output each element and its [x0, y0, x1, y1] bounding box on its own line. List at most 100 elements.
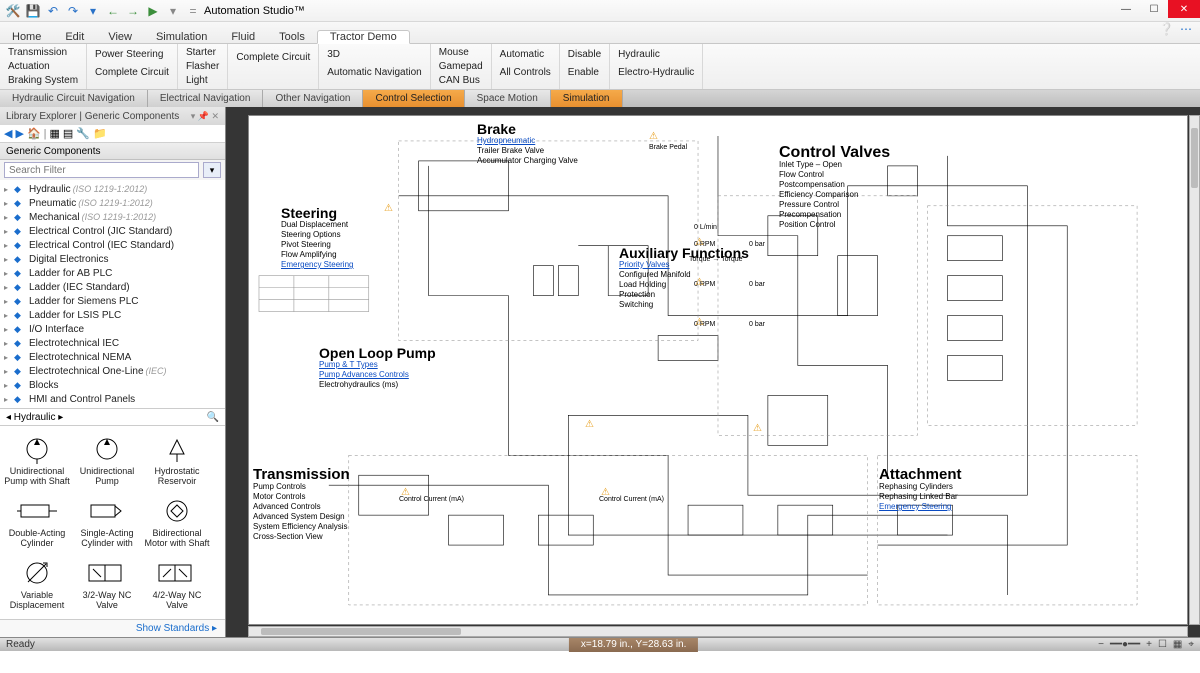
warning-icon [753, 422, 763, 432]
tree-node[interactable]: ▸◆Electrical Control (IEC Standard) [0, 238, 225, 252]
secnav-space-motion[interactable]: Space Motion [465, 90, 551, 107]
openloop-title: Open Loop Pump [319, 348, 436, 358]
warning-icon [601, 486, 611, 496]
tree-node[interactable]: ▸◆Ladder for Siemens PLC [0, 294, 225, 308]
run-icon[interactable]: ▶ [144, 2, 162, 20]
quick-access-toolbar: 🛠️ 💾 ↶ ↷ ▾ ← → ▶ ▾ = Automation Studio™ … [0, 0, 1200, 22]
zoom-slider[interactable]: ━━●━━ [1110, 639, 1140, 650]
view-icon[interactable]: ▦ [50, 127, 60, 140]
breadcrumb[interactable]: ◂ Hydraulic ▸ [6, 412, 63, 423]
arrow-left-icon[interactable]: ← [104, 2, 122, 20]
tab-home[interactable]: Home [0, 31, 53, 43]
app-icon: 🛠️ [4, 2, 22, 20]
component-item[interactable]: Single-Acting Cylinder with Spr... [72, 494, 142, 548]
secnav-other[interactable]: Other Navigation [263, 90, 363, 107]
warning-icon [649, 130, 659, 140]
tab-tools[interactable]: Tools [267, 31, 317, 43]
brake-title: Brake [477, 124, 578, 134]
component-item[interactable]: 3/2-Way NC Valve [72, 556, 142, 610]
tree-node[interactable]: ▸◆Electrotechnical One-Line(IEC) [0, 364, 225, 378]
secnav-hydraulic[interactable]: Hydraulic Circuit Navigation [0, 90, 148, 107]
search-icon[interactable]: 🔍 [207, 412, 219, 423]
library-tree: ▸◆Hydraulic(ISO 1219-1:2012)▸◆Pneumatic(… [0, 180, 225, 408]
tab-tractor-demo[interactable]: Tractor Demo [317, 30, 410, 44]
back-icon[interactable]: ◀ [4, 127, 12, 140]
tree-node[interactable]: ▸◆Electrotechnical IEC [0, 336, 225, 350]
tree-node[interactable]: ▸◆HMI and Control Panels [0, 392, 225, 406]
save-icon[interactable]: 💾 [24, 2, 42, 20]
component-item[interactable]: Unidirectional Pump [72, 432, 142, 486]
library-toolbar: ◀ ▶ 🏠 | ▦ ▤ 🔧 📁 [0, 125, 225, 143]
horizontal-scrollbar[interactable] [248, 626, 1188, 637]
status-ready: Ready [6, 639, 35, 650]
tree-node[interactable]: ▸◆Electrical Control (JIC Standard) [0, 224, 225, 238]
list-icon[interactable]: ▤ [63, 127, 73, 140]
steering-link-0[interactable]: Emergency Steering [281, 260, 353, 270]
library-tab[interactable]: Generic Components [0, 143, 225, 160]
zoom-in-icon[interactable]: + [1146, 639, 1152, 650]
openloop-link-0[interactable]: Pump & T Types [319, 360, 436, 370]
brake-link-0[interactable]: Hydropneumatic [477, 136, 578, 146]
openloop-link-1[interactable]: Pump Advances Controls [319, 370, 436, 380]
arrow-right-icon[interactable]: → [124, 2, 142, 20]
warning-icon [695, 316, 705, 326]
forward-icon[interactable]: ▶ [15, 127, 23, 140]
show-standards-link[interactable]: Show Standards ▸ [136, 623, 217, 634]
tab-view[interactable]: View [96, 31, 144, 43]
tree-node[interactable]: ▸◆Digital Electronics [0, 252, 225, 266]
home-icon[interactable]: 🏠 [27, 127, 41, 140]
component-item[interactable]: 4/2-Way NC Valve [142, 556, 212, 610]
warning-icon [401, 486, 411, 496]
tab-simulation[interactable]: Simulation [144, 31, 219, 43]
app-title: Automation Studio™ [204, 5, 305, 17]
redo-icon[interactable]: ↷ [64, 2, 82, 20]
canvas-area: Brake Hydropneumatic Trailer Brake Valve… [226, 107, 1200, 637]
secnav-electrical[interactable]: Electrical Navigation [148, 90, 264, 107]
tree-node[interactable]: ▸◆Ladder for LSIS PLC [0, 308, 225, 322]
undo-icon[interactable]: ↶ [44, 2, 62, 20]
tab-edit[interactable]: Edit [53, 31, 96, 43]
component-item[interactable]: Double-Acting Cylinder [2, 494, 72, 548]
minimize-button[interactable]: — [1112, 0, 1140, 18]
tree-node[interactable]: ▸◆Ladder (IEC Standard) [0, 280, 225, 294]
component-item[interactable]: Unidirectional Pump with Shaft [2, 432, 72, 486]
folder-icon[interactable]: 📁 [93, 127, 107, 140]
tree-node[interactable]: ▸◆Electrotechnical NEMA [0, 350, 225, 364]
tree-node[interactable]: ▸◆Blocks [0, 378, 225, 392]
tree-node[interactable]: ▸◆I/O Interface [0, 322, 225, 336]
component-item[interactable]: Hydrostatic Reservoir [142, 432, 212, 486]
view-mode-icon[interactable]: ☐ [1158, 639, 1167, 650]
steering-title: Steering [281, 208, 353, 218]
library-panel: Library Explorer | Generic Components ▾ … [0, 107, 226, 637]
secnav-simulation[interactable]: Simulation [551, 90, 623, 107]
maximize-button[interactable]: ☐ [1140, 0, 1168, 18]
attachment-link-0[interactable]: Emergency Steering [879, 502, 962, 512]
component-item[interactable]: Bidirectional Motor with Shaft [142, 494, 212, 548]
warning-icon [695, 236, 705, 246]
control-valves-title: Control Valves [779, 148, 890, 158]
tree-node[interactable]: ▸◆Pneumatic(ISO 1219-1:2012) [0, 196, 225, 210]
library-title: Library Explorer | Generic Components ▾ … [0, 107, 225, 125]
help-icon[interactable]: ❔ [1159, 22, 1174, 43]
close-button[interactable]: ✕ [1168, 0, 1200, 18]
secnav-control-selection[interactable]: Control Selection [363, 90, 464, 107]
secondary-nav: Hydraulic Circuit Navigation Electrical … [0, 90, 1200, 107]
component-item[interactable]: Variable Displacement Bi... [2, 556, 72, 610]
warning-icon [695, 276, 705, 286]
options-icon[interactable]: ⋯ [1180, 22, 1192, 43]
warning-icon [384, 202, 394, 212]
ribbon-tabs: Home Edit View Simulation Fluid Tools Tr… [0, 22, 1200, 44]
tree-node[interactable]: ▸◆Hydraulic(ISO 1219-1:2012) [0, 182, 225, 196]
tree-node[interactable]: ▸◆Ladder for AB PLC [0, 266, 225, 280]
zoom-out-icon[interactable]: − [1098, 639, 1104, 650]
filter-icon[interactable]: 🔧 [76, 127, 90, 140]
pin-icon[interactable]: ▾ 📌 ✕ [191, 111, 219, 122]
diagram-canvas[interactable]: Brake Hydropneumatic Trailer Brake Valve… [248, 115, 1188, 625]
ribbon-content: TransmissionActuationBraking System Powe… [0, 44, 1200, 90]
vertical-scrollbar[interactable] [1189, 115, 1200, 625]
transmission-title: Transmission [253, 470, 350, 480]
filter-button[interactable]: ▾ [203, 162, 221, 178]
tree-node[interactable]: ▸◆Mechanical(ISO 1219-1:2012) [0, 210, 225, 224]
search-input[interactable] [4, 162, 199, 178]
tab-fluid[interactable]: Fluid [219, 31, 267, 43]
